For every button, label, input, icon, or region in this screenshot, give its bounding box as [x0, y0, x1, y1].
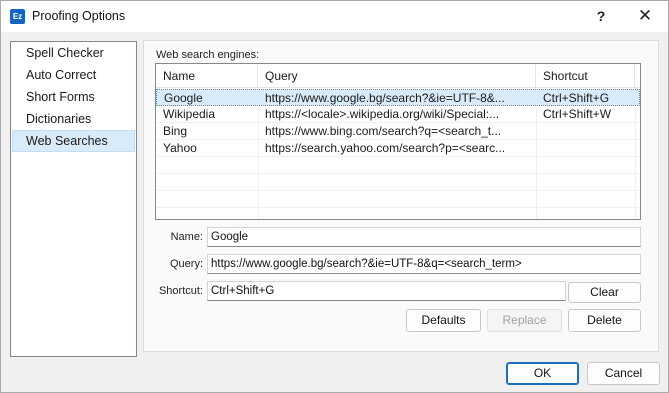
row-name: Google: [164, 91, 203, 105]
cancel-button[interactable]: Cancel: [587, 362, 660, 385]
title-bar: Ez Proofing Options ? ✕: [1, 1, 668, 32]
name-label: Name:: [170, 231, 203, 243]
sidebar-item-web-searches[interactable]: Web Searches: [12, 130, 135, 152]
empty-row: [156, 174, 640, 191]
query-label: Query:: [169, 258, 203, 270]
shortcut-input[interactable]: [207, 281, 566, 301]
row-query: https://www.bing.com/search?q=<search_t.…: [265, 124, 502, 138]
delete-button[interactable]: Delete: [568, 309, 641, 332]
row-name: Bing: [163, 124, 188, 138]
close-icon: ✕: [637, 6, 653, 25]
window-title: Proofing Options: [32, 9, 126, 23]
sidebar-item-short-forms[interactable]: Short Forms: [12, 86, 135, 108]
list-header: Name Query Shortcut: [156, 64, 640, 88]
row-shortcut: Ctrl+Shift+G: [543, 91, 610, 105]
sidebar-item-dictionaries[interactable]: Dictionaries: [12, 108, 135, 130]
table-row[interactable]: Bing https://www.bing.com/search?q=<sear…: [156, 123, 640, 140]
row-name: Yahoo: [163, 141, 197, 155]
category-sidebar: Spell Checker Auto Correct Short Forms D…: [10, 41, 137, 357]
name-input[interactable]: [207, 227, 641, 247]
search-engines-list[interactable]: Name Query Shortcut Google https://www.g…: [155, 63, 641, 220]
row-name: Wikipedia: [163, 107, 216, 121]
row-query: https://www.google.bg/search?&ie=UTF-8&.…: [265, 91, 505, 105]
row-query: https://<locale>.wikipedia.org/wiki/Spec…: [265, 107, 500, 121]
clear-button[interactable]: Clear: [568, 282, 641, 303]
row-shortcut: [536, 123, 636, 139]
shortcut-label: Shortcut:: [158, 285, 203, 297]
row-shortcut: Ctrl+Shift+W: [543, 107, 612, 121]
sidebar-item-auto-correct[interactable]: Auto Correct: [12, 64, 135, 86]
query-input[interactable]: [207, 254, 641, 274]
table-row[interactable]: Google https://www.google.bg/search?&ie=…: [156, 89, 640, 106]
close-button[interactable]: ✕: [625, 2, 665, 31]
row-query: https://search.yahoo.com/search?p=<searc…: [265, 141, 506, 155]
sidebar-item-spell-checker[interactable]: Spell Checker: [12, 42, 135, 64]
column-header-name[interactable]: Name: [156, 64, 258, 88]
help-button[interactable]: ?: [586, 2, 616, 31]
ok-button[interactable]: OK: [506, 362, 579, 385]
column-header-query[interactable]: Query: [258, 64, 536, 88]
table-row[interactable]: Yahoo https://search.yahoo.com/search?p=…: [156, 140, 640, 157]
empty-row: [156, 191, 640, 208]
replace-button[interactable]: Replace: [487, 309, 562, 332]
table-row[interactable]: Wikipedia https://<locale>.wikipedia.org…: [156, 106, 640, 123]
app-icon: Ez: [10, 9, 25, 24]
column-header-shortcut[interactable]: Shortcut: [536, 64, 635, 88]
empty-row: [156, 157, 640, 174]
web-search-engines-label: Web search engines:: [156, 49, 260, 61]
defaults-button[interactable]: Defaults: [406, 309, 481, 332]
row-shortcut: [536, 140, 636, 156]
